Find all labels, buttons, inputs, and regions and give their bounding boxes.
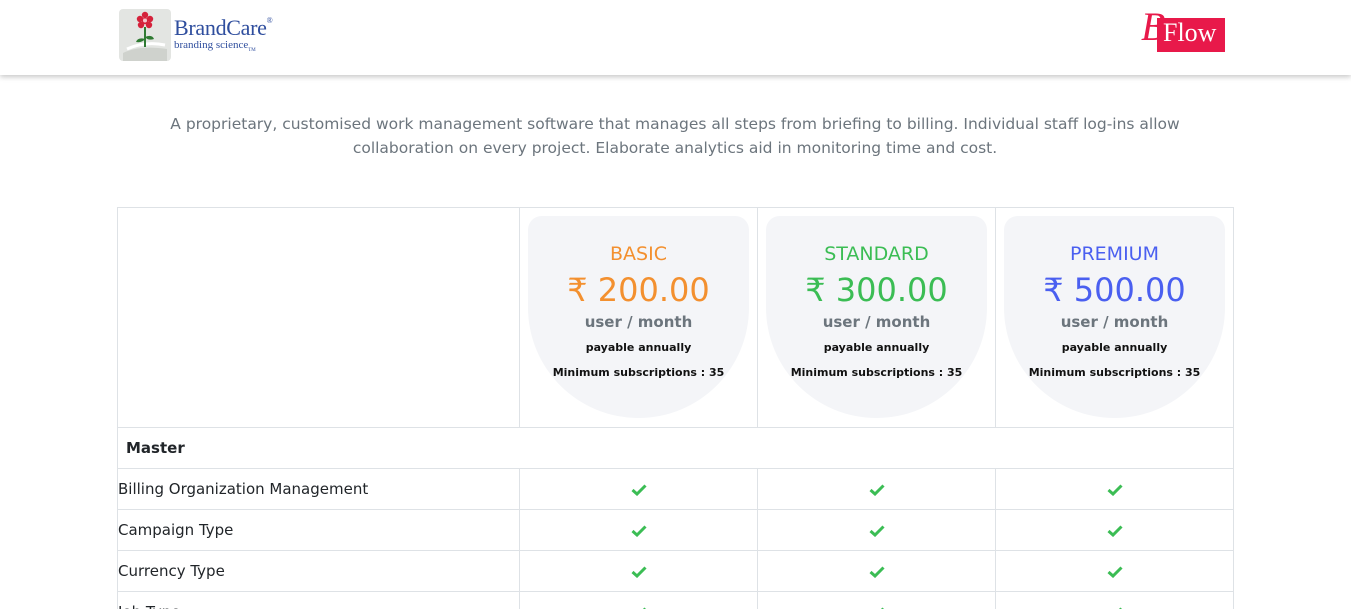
- standard-check-cell: [757, 509, 996, 551]
- check-icon: [631, 484, 647, 496]
- intro-text: A proprietary, customised work managemen…: [170, 115, 1180, 157]
- plan-name: STANDARD: [824, 243, 929, 265]
- basic-check-cell: [519, 550, 758, 592]
- feature-row: Currency Type: [117, 550, 1234, 592]
- bflow-logo[interactable]: Flow B: [1139, 7, 1227, 57]
- check-icon: [1107, 525, 1123, 537]
- plan-billing: payable annually: [1061, 341, 1168, 354]
- standard-check-cell: [757, 468, 996, 510]
- plan-billing: payable annually: [585, 341, 692, 354]
- plan-price: ₹ 300.00: [805, 271, 948, 309]
- plan-standard: STANDARD ₹ 300.00 user / month payable a…: [757, 207, 996, 428]
- check-icon: [869, 484, 885, 496]
- feature-name: Job Type: [117, 591, 520, 609]
- plan-unit: user / month: [584, 313, 693, 331]
- brand-name: BrandCare®: [174, 14, 273, 40]
- plan-card-basic: BASIC ₹ 200.00 user / month payable annu…: [528, 216, 749, 418]
- check-icon: [631, 566, 647, 578]
- basic-check-cell: [519, 509, 758, 551]
- check-icon: [869, 566, 885, 578]
- premium-check-cell: [995, 509, 1234, 551]
- premium-check-cell: [995, 591, 1234, 609]
- section-row-master: Master: [117, 427, 1234, 469]
- section-title: Master: [117, 427, 1234, 469]
- standard-check-cell: [757, 550, 996, 592]
- check-icon: [869, 525, 885, 537]
- feature-name: Billing Organization Management: [117, 468, 520, 510]
- feature-row: Job Type: [117, 591, 1234, 609]
- premium-check-cell: [995, 468, 1234, 510]
- plan-billing: payable annually: [823, 341, 930, 354]
- brandcare-logo[interactable]: BrandCare® branding scienceTM: [119, 8, 299, 62]
- bflow-logo-word: Flow: [1163, 18, 1217, 47]
- basic-check-cell: [519, 468, 758, 510]
- plan-card-premium: PREMIUM ₹ 500.00 user / month payable an…: [1004, 216, 1225, 418]
- bflow-logo-letter: B: [1141, 4, 1166, 49]
- plan-basic: BASIC ₹ 200.00 user / month payable annu…: [519, 207, 758, 428]
- feature-row: Billing Organization Management: [117, 468, 1234, 510]
- pricing-table: BASIC ₹ 200.00 user / month payable annu…: [117, 207, 1234, 609]
- plan-header-row: BASIC ₹ 200.00 user / month payable annu…: [117, 207, 1234, 428]
- standard-check-cell: [757, 591, 996, 609]
- check-icon: [631, 525, 647, 537]
- basic-check-cell: [519, 591, 758, 609]
- site-header: BrandCare® branding scienceTM Flow B: [0, 0, 1351, 75]
- plan-premium: PREMIUM ₹ 500.00 user / month payable an…: [995, 207, 1234, 428]
- plan-minimum: Minimum subscriptions : 35: [1028, 366, 1201, 379]
- plan-name: PREMIUM: [1070, 243, 1159, 265]
- feature-row: Campaign Type: [117, 509, 1234, 551]
- plan-name: BASIC: [610, 243, 667, 265]
- plan-card-standard: STANDARD ₹ 300.00 user / month payable a…: [766, 216, 987, 418]
- premium-check-cell: [995, 550, 1234, 592]
- check-icon: [1107, 566, 1123, 578]
- plan-minimum: Minimum subscriptions : 35: [790, 366, 963, 379]
- plan-unit: user / month: [822, 313, 931, 331]
- plan-unit: user / month: [1060, 313, 1169, 331]
- plan-minimum: Minimum subscriptions : 35: [552, 366, 725, 379]
- plan-price: ₹ 200.00: [567, 271, 710, 309]
- feature-name: Campaign Type: [117, 509, 520, 551]
- feature-name: Currency Type: [117, 550, 520, 592]
- plan-price: ₹ 500.00: [1043, 271, 1186, 309]
- flower-icon: [119, 9, 171, 61]
- empty-header-cell: [117, 207, 520, 428]
- brand-tagline: branding scienceTM: [174, 38, 256, 54]
- check-icon: [1107, 484, 1123, 496]
